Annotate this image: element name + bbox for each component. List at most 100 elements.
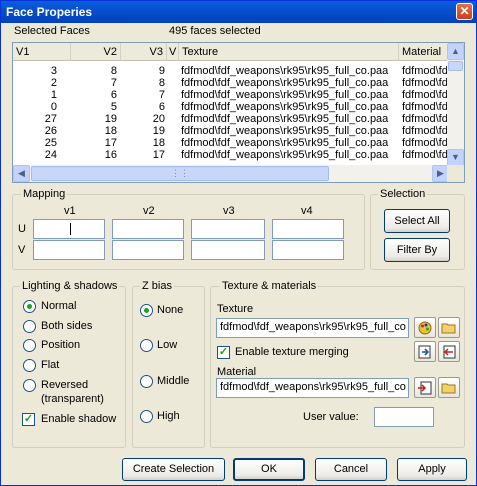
enable-shadow-label: Enable shadow [41,413,117,425]
ok-button[interactable]: OK [233,458,305,481]
table-cell: 5 [110,101,117,113]
scroll-left-arrow-icon[interactable]: ◀ [13,165,30,182]
create-selection-button[interactable]: Create Selection [122,458,225,481]
table-cell: 16 [104,149,117,161]
table-cell: 3 [50,65,57,77]
table-cell: 20 [152,113,165,125]
texture-label: Texture [217,303,254,315]
face-properties-dialog: Face Properies ✕ Selected Faces 495 face… [0,0,477,486]
scroll-corner [447,165,464,182]
table-row[interactable]: 26 18 19 fdfmod\fdf_weapons\rk95\rk95_full_… [13,125,449,137]
column-header-material[interactable]: Material [399,43,449,61]
table-row[interactable]: 2 7 8 fdfmod\fdf_weapons\rk95\rk95_full_co.… [13,77,449,89]
user-value-field[interactable] [374,407,434,427]
lighting-title: Lighting & shadows [20,280,120,292]
table-cell: fdfmod\fd [402,113,448,125]
mapping-v-v3-field[interactable] [191,240,265,260]
mapping-v-v4-field[interactable] [272,240,344,260]
lighting-option-label: Both sides [41,320,93,332]
table-row[interactable]: 27 19 20 fdfmod\fdf_weapons\rk95\rk95_full_… [13,113,449,125]
column-header-texture[interactable]: Texture [179,43,399,61]
faces-selected-count: 495 faces selected [169,25,261,37]
window-title: Face Properies [6,5,93,19]
horizontal-scroll-thumb[interactable]: ⋮⋮ [31,166,329,181]
import-icon[interactable] [414,341,436,362]
lighting-option-label: Reversed [41,379,89,391]
z-bias-title: Z bias [140,280,174,292]
scroll-down-arrow-icon[interactable]: ▼ [447,149,464,166]
table-cell: 8 [158,77,165,89]
export-icon[interactable] [438,341,460,362]
table-cell: fdfmod\fdf_weapons\rk95\rk95_full_co.paa [181,77,389,89]
table-cell: fdfmod\fd [402,101,448,113]
texture-path-field[interactable]: fdfmod\fdf_weapons\rk95\rk95_full_co [216,318,409,338]
z-bias-radio-middle[interactable] [140,375,153,388]
material-folder-icon[interactable] [438,377,460,398]
list-body: 3 8 9 fdfmod\fdf_weapons\rk95\rk95_full_co.… [13,62,449,166]
table-cell: 17 [152,149,165,161]
enable-texture-merging-checkbox[interactable]: ✓ [217,346,230,359]
table-cell: 8 [110,65,117,77]
z-bias-option-label: Low [157,339,178,351]
table-cell: fdfmod\fdf_weapons\rk95\rk95_full_co.paa [181,113,389,125]
enable-texture-merging-label: Enable texture merging [235,346,349,358]
table-cell: 19 [104,113,117,125]
lighting-option-label: Position [41,339,81,351]
mapping-col-v1: v1 [64,205,76,217]
list-horizontal-scrollbar[interactable]: ◀ ⋮⋮ ▶ [13,165,449,182]
cancel-button[interactable]: Cancel [315,458,387,481]
table-cell: fdfmod\fd [402,137,448,149]
scroll-up-arrow-icon[interactable]: ▲ [447,43,464,60]
lighting-option-label: Normal [41,300,77,312]
table-row[interactable]: 25 17 18 fdfmod\fdf_weapons\rk95\rk95_full_… [13,137,449,149]
table-row[interactable]: 1 6 7 fdfmod\fdf_weapons\rk95\rk95_full_co.… [13,89,449,101]
z-bias-radio-low[interactable] [140,339,153,352]
lighting-radio-normal[interactable] [23,300,36,313]
lighting-option-label: Flat [41,359,60,371]
enable-shadow-checkbox[interactable]: ✓ [22,413,35,426]
table-cell: 1 [50,89,57,101]
mapping-u-v2-field[interactable] [112,219,184,239]
select-all-button[interactable]: Select All [384,209,450,233]
z-bias-radio-none[interactable] [140,304,153,317]
palette-icon[interactable] [414,317,436,338]
mapping-v-v2-field[interactable] [112,240,184,260]
z-bias-option-label: Middle [157,375,190,387]
texture-folder-icon[interactable] [438,317,460,338]
table-cell: fdfmod\fd [402,77,448,89]
table-row[interactable]: 24 16 17 fdfmod\fdf_weapons\rk95\rk95_full_… [13,149,449,161]
lighting-radio-both-sides[interactable] [23,320,36,333]
z-bias-radio-high[interactable] [140,410,153,423]
mapping-title: Mapping [21,188,68,200]
column-header-v3[interactable]: V3 [121,43,167,61]
table-cell: 17 [104,137,117,149]
column-header-v[interactable]: V [167,43,179,61]
mapping-row-u: U [18,223,26,235]
faces-list[interactable]: V1 V2 V3 V Texture Material 3 8 9 fdfmod\fd… [12,42,465,183]
column-header-v2[interactable]: V2 [71,43,121,61]
list-vertical-scrollbar[interactable]: ▲ ▼ [447,43,464,166]
table-cell: 27 [44,113,57,125]
column-header-v1[interactable]: V1 [13,43,71,61]
close-button[interactable]: ✕ [456,3,473,20]
table-row[interactable]: 3 8 9 fdfmod\fdf_weapons\rk95\rk95_full_co.… [13,65,449,77]
material-label: Material [217,366,257,378]
filter-by-button[interactable]: Filter By [384,238,450,262]
title-bar[interactable]: Face Properies ✕ [1,1,476,23]
table-cell: fdfmod\fd [402,125,448,137]
mapping-col-v3: v3 [223,205,235,217]
apply-button[interactable]: Apply [397,458,467,481]
mapping-u-v3-field[interactable] [191,219,265,239]
mapping-v-v1-field[interactable] [33,240,105,260]
mapping-u-v1-field[interactable] [33,219,105,239]
table-cell: fdfmod\fdf_weapons\rk95\rk95_full_co.paa [181,65,389,77]
table-row[interactable]: 0 5 6 fdfmod\fdf_weapons\rk95\rk95_full_co.… [13,101,449,113]
lighting-radio-reversed[interactable] [23,379,36,392]
vertical-scroll-thumb[interactable] [448,61,463,71]
lighting-radio-flat[interactable] [23,359,36,372]
material-path-field[interactable]: fdfmod\fdf_weapons\rk95\rk95_full_co [216,378,409,398]
mapping-u-v4-field[interactable] [272,219,344,239]
lighting-radio-position[interactable] [23,339,36,352]
texture-materials-title: Texture & materials [220,280,319,292]
material-edit-icon[interactable] [414,377,436,398]
